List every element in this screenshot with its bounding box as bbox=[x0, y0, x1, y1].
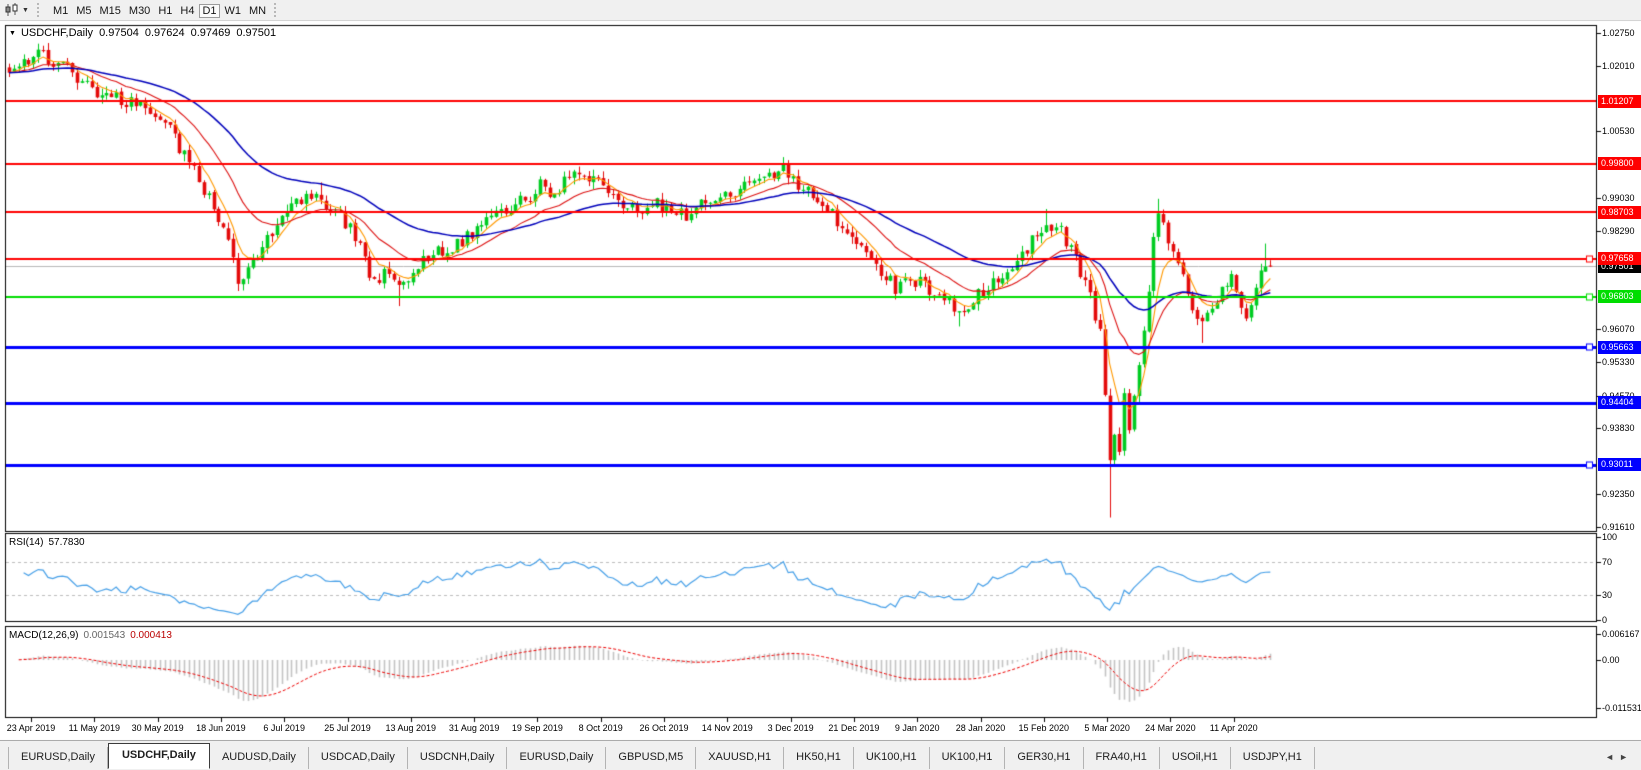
timeframe-button-w1[interactable]: W1 bbox=[222, 4, 245, 18]
tab-ger30-h1[interactable]: GER30,H1 bbox=[1005, 747, 1084, 769]
tab-usoil-h1[interactable]: USOil,H1 bbox=[1160, 747, 1231, 769]
timeframe-button-m30[interactable]: M30 bbox=[126, 4, 153, 18]
price-chart-canvas[interactable] bbox=[0, 0, 1641, 770]
timeframe-button-m15[interactable]: M15 bbox=[97, 4, 124, 18]
ohlc-low: 0.97469 bbox=[190, 27, 231, 39]
tab-audusd-daily[interactable]: AUDUSD,Daily bbox=[210, 747, 309, 769]
rsi-label: RSI(14) 57.7830 bbox=[9, 537, 85, 548]
tab-usdjpy-h1[interactable]: USDJPY,H1 bbox=[1231, 747, 1315, 769]
ohlc-open: 0.97504 bbox=[99, 27, 139, 39]
tab-uk100-h1[interactable]: UK100,H1 bbox=[930, 747, 1006, 769]
timeframe-button-m1[interactable]: M1 bbox=[50, 4, 71, 18]
timeframe-button-m5[interactable]: M5 bbox=[73, 4, 94, 18]
tab-gbpusd-m5[interactable]: GBPUSD,M5 bbox=[606, 747, 697, 769]
tab-hk50-h1[interactable]: HK50,H1 bbox=[784, 747, 854, 769]
macd-main-value: 0.001543 bbox=[83, 630, 126, 641]
macd-signal-value: 0.000413 bbox=[130, 630, 172, 641]
timeframe-bar: M1 M5 M15 M30 H1 H4 D1 W1 MN bbox=[49, 1, 270, 19]
rsi-value: 57.7830 bbox=[48, 537, 85, 548]
collapse-caret-icon[interactable]: ▼ bbox=[9, 30, 16, 37]
tab-eurusd-daily[interactable]: EURUSD,Daily bbox=[8, 747, 108, 769]
toolbar: ▼ M1 M5 M15 M30 H1 H4 D1 W1 MN bbox=[0, 0, 1641, 21]
tab-usdcad-daily[interactable]: USDCAD,Daily bbox=[309, 747, 408, 769]
chart-title: ▼ USDCHF,Daily 0.97504 0.97624 0.97469 0.9750… bbox=[9, 27, 282, 39]
tab-uk100-h1[interactable]: UK100,H1 bbox=[854, 747, 930, 769]
dropdown-caret-icon[interactable]: ▼ bbox=[22, 7, 29, 14]
timeframe-button-mn[interactable]: MN bbox=[246, 4, 269, 18]
ohlc-close: 0.97501 bbox=[236, 27, 277, 39]
toolbar-grip bbox=[36, 3, 42, 17]
rsi-name: RSI(14) bbox=[9, 537, 44, 548]
ohlc-high: 0.97624 bbox=[144, 27, 185, 39]
tab-usdchf-daily[interactable]: USDCHF,Daily bbox=[107, 743, 210, 769]
chart-symbol: USDCHF,Daily bbox=[20, 27, 94, 39]
tab-usdcnh-daily[interactable]: USDCNH,Daily bbox=[408, 747, 508, 769]
chart-mode-icon[interactable] bbox=[3, 2, 21, 18]
tab-fra40-h1[interactable]: FRA40,H1 bbox=[1084, 747, 1160, 769]
timeframe-button-h1[interactable]: H1 bbox=[155, 4, 175, 18]
timeframe-button-d1[interactable]: D1 bbox=[199, 4, 220, 18]
tab-scroll-arrows[interactable]: ◄► bbox=[1605, 752, 1633, 762]
tab-xauusd-h1[interactable]: XAUUSD,H1 bbox=[696, 747, 785, 769]
toolbar-grip-2 bbox=[274, 3, 279, 17]
timeframe-button-h4[interactable]: H4 bbox=[177, 4, 197, 18]
bottom-tab-bar: EURUSD,Daily USDCHF,Daily AUDUSD,Daily USDC… bbox=[0, 740, 1641, 769]
tab-eurusd-daily[interactable]: EURUSD,Daily bbox=[507, 747, 607, 769]
macd-label: MACD(12,26,9) 0.001543 0.000413 bbox=[9, 630, 172, 641]
macd-name: MACD(12,26,9) bbox=[9, 630, 79, 641]
